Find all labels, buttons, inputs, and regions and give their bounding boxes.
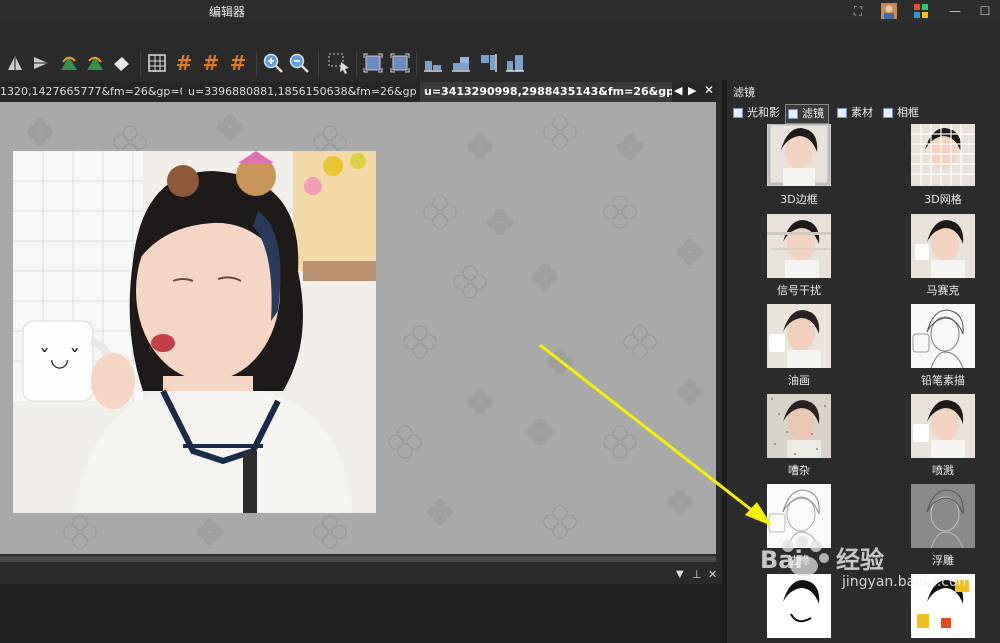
apps-icon[interactable] xyxy=(912,2,930,20)
tab-document-1[interactable]: 1320,1427665777&fm=26&gp=0.jpg * xyxy=(0,82,182,102)
edited-photo[interactable]: ˇ◡ˇ xyxy=(13,151,376,513)
filter-label: 信号干扰 xyxy=(777,284,821,297)
dropdown-icon[interactable]: ▼ xyxy=(676,569,684,580)
watermark-url: jingyan.baidu.com xyxy=(842,574,972,590)
tab-materials[interactable]: 素材 xyxy=(835,104,887,122)
filter-label: 嘈杂 xyxy=(788,464,810,477)
filter-thumb-splash[interactable] xyxy=(911,394,975,458)
flip-horizontal-icon[interactable] xyxy=(30,52,52,74)
filter-thumb-signal-noise[interactable] xyxy=(767,214,831,278)
toolbar: # # # xyxy=(0,22,1000,80)
baidu-paw-logo: Bai 经验 xyxy=(760,536,884,576)
horizontal-scrollbar[interactable] xyxy=(0,556,716,562)
svg-text:经验: 经验 xyxy=(836,546,884,574)
filter-label: 3D边框 xyxy=(780,193,818,206)
title-bar: 编辑器 ⛶ — ☐ xyxy=(0,0,1000,23)
folder-icon xyxy=(837,108,847,118)
crop-icon[interactable] xyxy=(362,52,384,74)
zoom-in-icon[interactable] xyxy=(262,52,284,74)
bottom-panel: ▼ ⊥ ✕ xyxy=(0,568,722,643)
maximize-icon[interactable]: ☐ xyxy=(976,2,994,20)
filter-thumb-mosaic[interactable] xyxy=(911,214,975,278)
filter-label: 铅笔素描 xyxy=(921,374,965,387)
filter-panel-tabs: 光和影 滤镜 素材 相框 xyxy=(731,104,999,124)
pin-icon[interactable]: ⊥ xyxy=(692,568,702,581)
filter-label: 3D网格 xyxy=(924,193,962,206)
minimize-icon[interactable]: — xyxy=(946,2,964,20)
filter-thumb-3d-grid[interactable] xyxy=(911,124,975,186)
grid-hash-icon[interactable]: # xyxy=(227,51,249,75)
baidu-watermark: Bai 经验 jingyan.baidu.com xyxy=(760,532,971,602)
folder-icon xyxy=(883,108,893,118)
folder-icon xyxy=(788,109,798,119)
align-top-icon[interactable] xyxy=(504,52,526,74)
filter-thumb-noise[interactable] xyxy=(767,394,831,458)
filter-thumb-oil-painting[interactable] xyxy=(767,304,831,368)
folder-icon xyxy=(733,108,743,118)
crop-icon[interactable] xyxy=(389,52,411,74)
grid-hash-icon[interactable]: # xyxy=(200,51,222,75)
zoom-out-icon[interactable] xyxy=(288,52,310,74)
bottom-panel-header: ▼ ⊥ ✕ xyxy=(0,568,722,584)
tab-scroll-left-icon[interactable]: ◀ xyxy=(674,84,682,97)
tab-filters[interactable]: 滤镜 xyxy=(785,104,829,124)
filter-label: 油画 xyxy=(788,374,810,387)
document-tabs: 1320,1427665777&fm=26&gp=0.jpg * u=33968… xyxy=(0,82,718,104)
tab-document-2[interactable]: u=3396880881,1856150638&fm=26&gp=0.jpg * xyxy=(188,82,416,102)
filter-thumb-pencil-sketch[interactable] xyxy=(911,304,975,368)
user-avatar-icon[interactable] xyxy=(880,2,898,20)
tab-frames[interactable]: 相框 xyxy=(881,104,933,122)
fullscreen-icon[interactable]: ⛶ xyxy=(849,2,867,20)
select-icon[interactable] xyxy=(326,52,352,74)
close-icon[interactable]: ✕ xyxy=(708,568,717,581)
close-icon[interactable]: ✕ xyxy=(704,83,714,97)
rotate-left-icon[interactable] xyxy=(58,52,80,74)
filter-label: 喷溅 xyxy=(932,464,954,477)
align-bottom-icon[interactable] xyxy=(422,52,444,74)
align-center-icon[interactable] xyxy=(450,52,472,74)
align-right-icon[interactable] xyxy=(477,52,499,74)
svg-text:ˇ◡ˇ: ˇ◡ˇ xyxy=(39,347,80,372)
window-title: 编辑器 xyxy=(209,5,246,19)
flip-vertical-icon[interactable] xyxy=(4,52,26,74)
eraser-icon[interactable] xyxy=(110,52,132,74)
tab-document-3[interactable]: u=3413290998,2988435143&fm=26&gp=0.jpg xyxy=(420,82,672,104)
grid-icon[interactable] xyxy=(146,52,168,74)
tab-scroll-right-icon[interactable]: ▶ xyxy=(688,84,696,97)
editor-canvas[interactable]: ˇ◡ˇ xyxy=(0,102,716,554)
filter-thumb-3d-border[interactable] xyxy=(767,124,831,186)
filter-label: 马赛克 xyxy=(926,284,960,297)
svg-text:Bai: Bai xyxy=(760,546,803,574)
rotate-right-icon[interactable] xyxy=(84,52,106,74)
filter-panel-title: 滤镜 xyxy=(733,86,755,99)
grid-hash-icon[interactable]: # xyxy=(173,51,195,75)
